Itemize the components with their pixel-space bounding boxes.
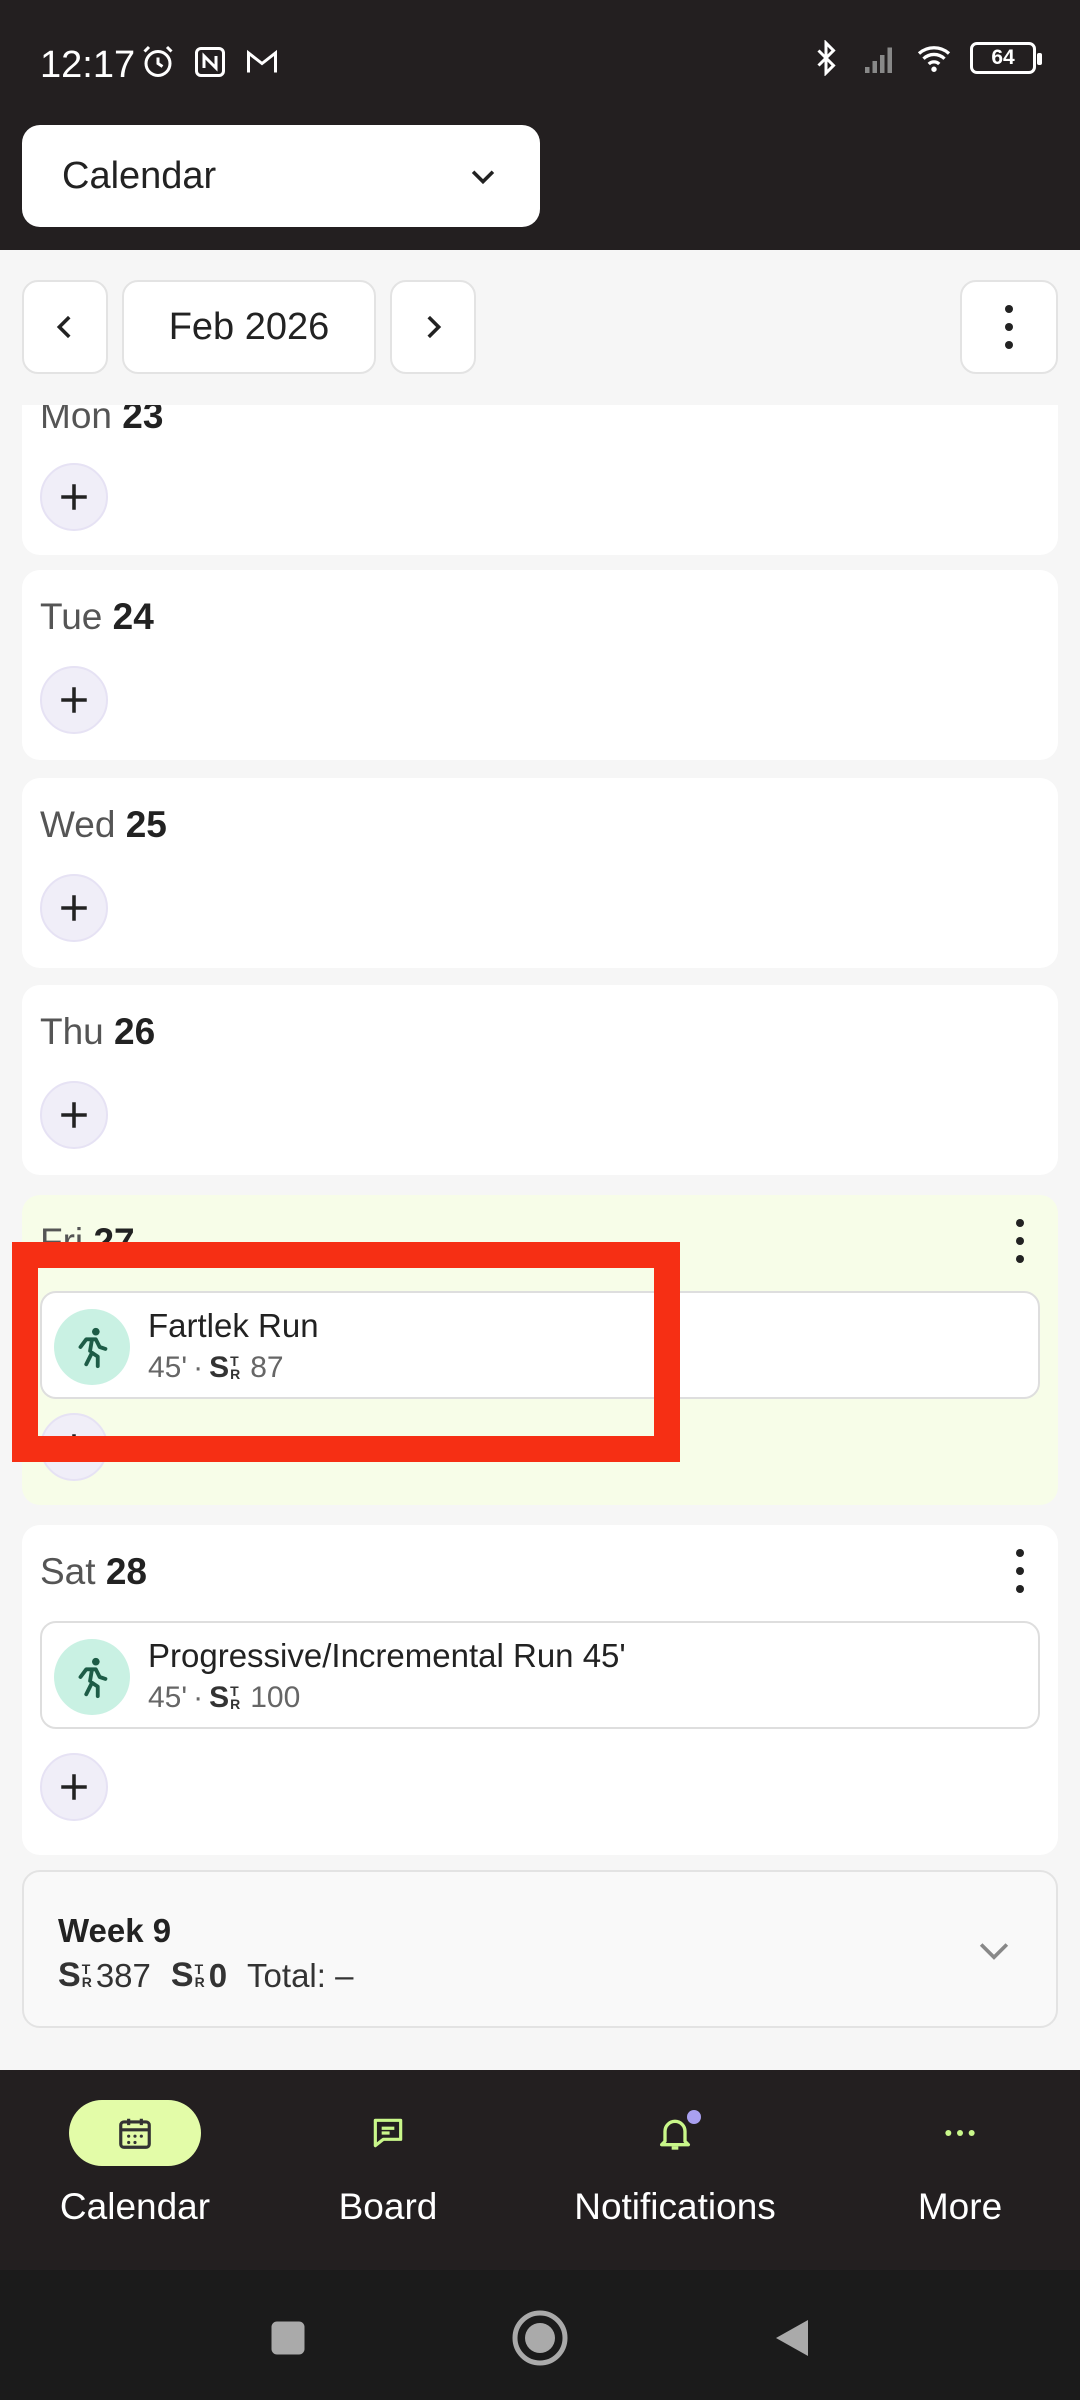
recents-button[interactable]	[258, 2308, 318, 2368]
workout-meta: 45' · STR 100	[148, 1681, 300, 1715]
notification-dot	[687, 2110, 701, 2124]
month-label: Feb 2026	[168, 305, 330, 348]
nfc-icon	[195, 47, 225, 77]
tab-label: Calendar	[59, 2186, 211, 2227]
chevron-down-icon	[471, 170, 495, 185]
tab-label: More	[917, 2186, 1003, 2227]
highlight-annotation-box	[12, 1242, 680, 1462]
tab-pill	[322, 2100, 454, 2166]
tab-board[interactable]: Board	[258, 2100, 518, 2260]
week-stats: STR 387 STR 0 Total: –	[58, 1956, 353, 1995]
chat-icon	[373, 2118, 403, 2148]
done-score-value: 0	[208, 1956, 228, 1994]
battery-level: 64	[991, 46, 1015, 69]
gmail-icon	[247, 49, 277, 73]
kebab-menu-icon	[999, 305, 1019, 349]
plus-icon	[61, 895, 87, 921]
day-options-button[interactable]	[1010, 1549, 1030, 1593]
day-label: Sat 28	[40, 1551, 147, 1592]
day-label: Mon 23	[40, 405, 164, 436]
add-workout-button[interactable]	[40, 463, 108, 531]
status-icons-right: 64	[808, 40, 1042, 76]
done-score: STR 0	[171, 1956, 227, 1995]
workout-item-progressive[interactable]: Progressive/Incremental Run 45' 45' · ST…	[40, 1621, 1040, 1729]
running-icon	[54, 1639, 130, 1715]
score-icon: STR	[170, 1956, 205, 1994]
day-card-thu-26: Thu 26	[22, 985, 1058, 1175]
workout-score: 100	[250, 1681, 301, 1714]
calendar-options-button[interactable]	[960, 280, 1058, 374]
system-navigation-bar	[0, 2270, 1080, 2400]
tab-more[interactable]: More	[830, 2100, 1080, 2260]
week-title: Week 9	[58, 1912, 172, 1949]
week-summary-card[interactable]: Week 9 STR 387 STR 0 Total: –	[22, 1870, 1058, 2028]
planned-score: STR 387	[58, 1956, 151, 1995]
add-workout-button[interactable]	[40, 874, 108, 942]
day-label: Wed 25	[40, 804, 167, 845]
bluetooth-icon	[817, 40, 836, 76]
alarm-icon	[143, 45, 173, 77]
prev-month-button[interactable]	[22, 280, 108, 374]
workout-title: Progressive/Incremental Run 45'	[148, 1637, 626, 1674]
chevron-right-icon	[427, 315, 442, 339]
back-triangle-icon	[776, 2320, 808, 2356]
planned-score-value: 387	[95, 1956, 151, 1994]
home-button[interactable]	[510, 2308, 570, 2368]
bottom-navigation: Calendar Board Notifications More	[0, 2070, 1080, 2270]
square-icon	[271, 2321, 305, 2355]
plus-icon	[61, 687, 87, 713]
chevron-left-icon	[56, 315, 71, 339]
day-label: Tue 24	[40, 596, 154, 637]
top-bar: 12:17 64 Calendar	[0, 0, 1080, 250]
status-icons-left	[140, 44, 280, 80]
score-icon: STR	[209, 1681, 241, 1714]
day-card-sat-28: Sat 28 Progressive/Incremental Run 45' 4…	[22, 1525, 1058, 1855]
workout-duration: 45'	[148, 1681, 188, 1714]
tab-calendar[interactable]: Calendar	[5, 2100, 265, 2260]
tab-label: Notifications	[574, 2186, 776, 2227]
next-month-button[interactable]	[390, 280, 476, 374]
week-total: Total: –	[247, 1956, 354, 1994]
day-card-wed-25: Wed 25	[22, 778, 1058, 968]
calendar-day-list[interactable]: Mon 23 Tue 24 Wed 25 Thu 26 Fri 27 Fartl…	[0, 405, 1080, 2070]
month-nav: Feb 2026	[0, 250, 1080, 405]
status-time: 12:17	[40, 44, 136, 86]
tab-notifications[interactable]: Notifications	[545, 2100, 805, 2260]
tab-pill	[609, 2100, 741, 2166]
month-picker-button[interactable]: Feb 2026	[122, 280, 376, 374]
back-button[interactable]	[762, 2308, 822, 2368]
plus-icon	[61, 1102, 87, 1128]
add-workout-button[interactable]	[40, 1081, 108, 1149]
view-select-dropdown[interactable]: Calendar	[22, 125, 540, 227]
view-select-label: Calendar	[62, 154, 217, 197]
calendar-icon	[119, 2118, 151, 2149]
day-card-tue-24: Tue 24	[22, 570, 1058, 760]
score-icon: STR	[58, 1956, 92, 1994]
plus-icon	[61, 1774, 87, 1800]
add-workout-button[interactable]	[40, 1753, 108, 1821]
battery-indicator: 64	[970, 42, 1042, 74]
tab-pill	[69, 2100, 201, 2166]
tab-pill	[894, 2100, 1026, 2166]
day-options-button[interactable]	[1010, 1219, 1030, 1263]
meta-separator: ·	[193, 1681, 204, 1714]
more-dots-icon	[945, 2130, 975, 2136]
signal-icon	[865, 47, 892, 73]
plus-icon	[61, 484, 87, 510]
wifi-icon	[917, 46, 951, 72]
day-label: Thu 26	[40, 1011, 156, 1052]
add-workout-button[interactable]	[40, 666, 108, 734]
tab-label: Board	[338, 2186, 438, 2227]
home-circle-icon	[512, 2310, 568, 2366]
day-card-mon-23: Mon 23	[22, 405, 1058, 555]
chevron-down-icon	[979, 1943, 1009, 1960]
